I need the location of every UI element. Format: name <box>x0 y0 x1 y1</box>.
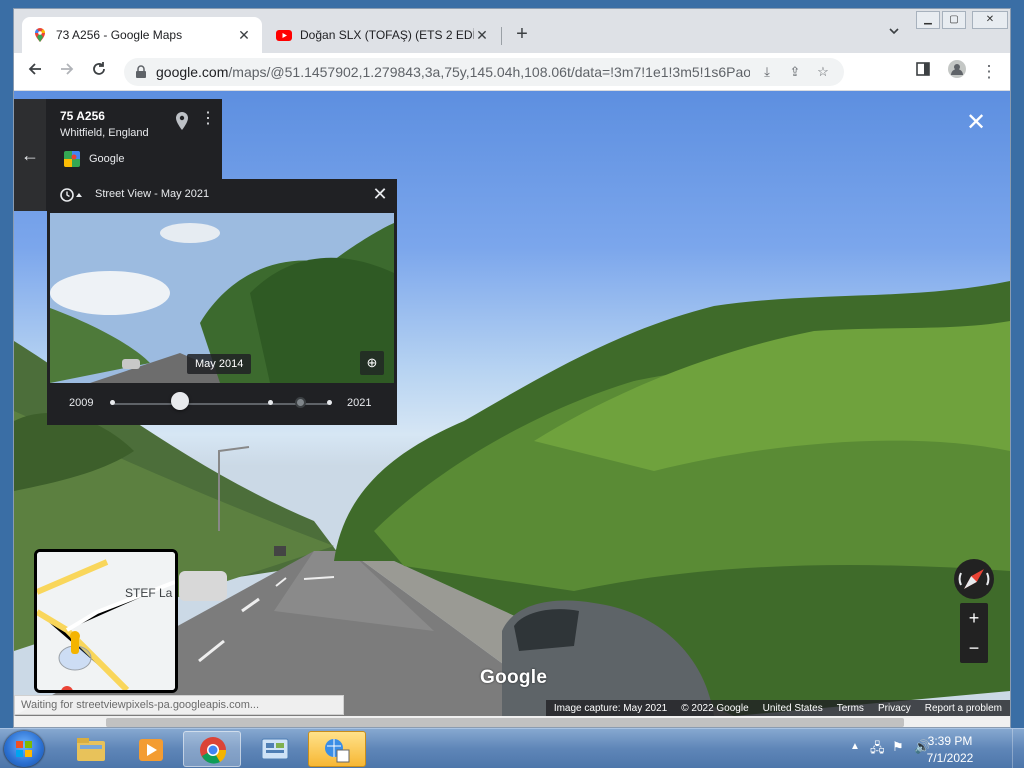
forward-icon[interactable] <box>54 59 80 85</box>
reload-icon[interactable] <box>86 59 112 85</box>
share-icon[interactable]: ⇪ <box>784 61 806 83</box>
show-hidden-icons-icon[interactable]: ▲ <box>850 741 860 752</box>
preview-date-label: May 2014 <box>187 354 252 374</box>
start-button[interactable] <box>4 731 44 767</box>
time-machine-title: Street View - May 2021 <box>95 188 210 200</box>
more-options-icon[interactable]: ⋮ <box>200 109 216 131</box>
taskbar-network-app[interactable] <box>308 731 366 767</box>
globe-document-icon <box>325 739 350 763</box>
mini-map[interactable]: STEF La <box>34 549 178 693</box>
tab-search-icon[interactable] <box>884 25 904 45</box>
back-icon[interactable] <box>22 59 48 85</box>
back-arrow-icon[interactable]: ← <box>14 99 46 211</box>
clock-date[interactable]: 7/1/2022 <box>920 751 980 765</box>
zoom-in-button[interactable]: + <box>960 603 988 633</box>
mini-map-roads <box>37 552 175 690</box>
minimize-button[interactable]: ▁ <box>916 11 940 29</box>
timeline-start-year: 2009 <box>69 397 94 409</box>
close-tab-icon[interactable]: ✕ <box>474 27 490 44</box>
timeline-end-year: 2021 <box>347 397 372 409</box>
menu-kebab-icon[interactable]: ⋮ <box>976 59 1002 85</box>
address-bar[interactable]: google.com/maps/@51.1457902,1.279843,3a,… <box>124 58 844 86</box>
place-locality: Whitfield, England <box>60 127 149 139</box>
place-address: 75 A256 <box>60 109 105 123</box>
timeline-capture-dot[interactable] <box>110 400 115 405</box>
mini-map-street-label: STEF La <box>125 586 173 600</box>
folder-icon <box>77 738 105 761</box>
show-desktop-button[interactable] <box>1012 729 1024 768</box>
map-pin-icon[interactable] <box>174 111 190 131</box>
action-center-flag-icon[interactable]: ⚑ <box>892 739 904 755</box>
install-app-icon[interactable]: ⤓ <box>756 61 778 83</box>
region-link[interactable]: United States <box>763 703 823 714</box>
google-logo: Google <box>480 667 548 688</box>
new-tab-button[interactable]: + <box>510 23 534 47</box>
url-text[interactable]: google.com/maps/@51.1457902,1.279843,3a,… <box>156 64 750 80</box>
zoom-control: + − <box>960 603 988 663</box>
copyright-text: © 2022 Google <box>681 702 749 714</box>
timeline-capture-dot[interactable] <box>268 400 273 405</box>
tab-separator <box>501 27 502 45</box>
taskbar: ▲ 🖧 ⚑ 🔊 3:39 PM 7/1/2022 <box>0 728 1024 768</box>
history-clock-icon[interactable] <box>59 187 83 203</box>
network-icon[interactable]: 🖧 <box>870 739 885 761</box>
attribution-bar: Image capture: May 2021 © 2022 Google Un… <box>545 700 1010 716</box>
media-player-icon <box>139 739 163 761</box>
taskbar-explorer[interactable] <box>62 731 120 767</box>
side-panel-icon[interactable] <box>910 59 936 85</box>
url-host: google.com <box>156 64 229 80</box>
imagery-source: Google <box>89 153 125 165</box>
time-machine-header: Street View - May 2021 ✕ <box>47 179 397 211</box>
time-machine-panel: Street View - May 2021 ✕ May 2014 ⊕ 2009 <box>47 179 397 425</box>
chrome-icon <box>200 737 227 764</box>
clock-time[interactable]: 3:39 PM <box>920 734 980 748</box>
lock-icon <box>136 65 146 78</box>
google-maps-logo-icon <box>64 151 80 167</box>
close-icon[interactable]: ✕ <box>371 185 389 203</box>
horizontal-scrollbar[interactable] <box>14 716 1010 727</box>
scrollbar-thumb[interactable] <box>106 718 904 727</box>
browser-window: 73 A256 - Google Maps ✕ Doğan SLX (TOFAŞ… <box>13 8 1011 728</box>
loading-status-bar: Waiting for streetviewpixels-pa.googleap… <box>14 695 344 715</box>
tab-youtube[interactable]: Doğan SLX (TOFAŞ) (ETS 2 EDİT) - ✕ <box>266 17 500 53</box>
tab-title: 73 A256 - Google Maps <box>56 28 183 42</box>
windows-logo-icon <box>16 741 32 757</box>
timeline-capture-dot[interactable] <box>327 400 332 405</box>
timeline-current-marker[interactable] <box>295 397 306 408</box>
url-path: /maps/@51.1457902,1.279843,3a,75y,145.04… <box>228 64 750 80</box>
historic-preview-image[interactable]: May 2014 ⊕ <box>50 213 394 383</box>
taskbar-chrome[interactable] <box>183 731 241 767</box>
tab-strip: 73 A256 - Google Maps ✕ Doğan SLX (TOFAŞ… <box>14 9 1010 53</box>
street-view-panorama[interactable]: ← 75 A256 Whitfield, England ⋮ Google St… <box>14 91 1010 716</box>
close-street-view-icon[interactable]: ✕ <box>962 109 990 137</box>
browser-toolbar: google.com/maps/@51.1457902,1.279843,3a,… <box>14 53 1010 91</box>
tab-title: Doğan SLX (TOFAŞ) (ETS 2 EDİT) - <box>300 28 474 42</box>
taskbar-media-player[interactable] <box>122 731 180 767</box>
tab-google-maps[interactable]: 73 A256 - Google Maps ✕ <box>22 17 262 53</box>
terms-link[interactable]: Terms <box>837 703 864 714</box>
image-capture-date: Image capture: May 2021 <box>553 702 668 714</box>
timeline-slider-handle[interactable] <box>171 392 189 410</box>
privacy-link[interactable]: Privacy <box>878 703 911 714</box>
close-tab-icon[interactable]: ✕ <box>236 27 252 44</box>
compass-icon[interactable] <box>954 559 994 599</box>
taskbar-control-panel[interactable] <box>246 731 304 767</box>
close-window-button[interactable]: ✕ <box>972 11 1008 29</box>
report-problem-link[interactable]: Report a problem <box>925 703 1002 714</box>
bookmark-star-icon[interactable]: ☆ <box>812 61 834 83</box>
zoom-in-icon[interactable]: ⊕ <box>360 351 384 375</box>
profile-avatar[interactable] <box>944 59 970 85</box>
control-panel-icon <box>261 738 289 760</box>
google-maps-icon <box>35 28 45 42</box>
youtube-icon <box>276 30 292 41</box>
maximize-button[interactable]: ▢ <box>942 11 966 29</box>
zoom-out-button[interactable]: − <box>960 633 988 663</box>
system-tray: ▲ 🖧 ⚑ 🔊 3:39 PM 7/1/2022 <box>844 729 1024 768</box>
